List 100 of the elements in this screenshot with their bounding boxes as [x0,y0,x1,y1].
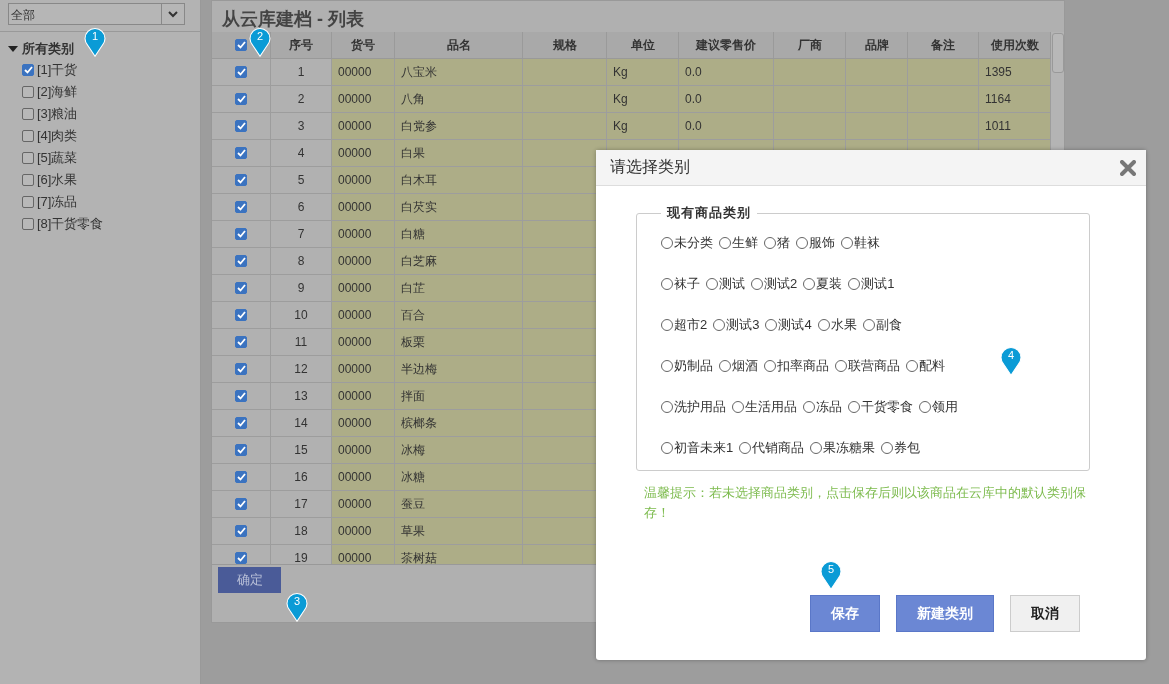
category-option[interactable]: 干货零食 [848,397,913,416]
category-option[interactable]: 水果 [817,315,857,334]
category-option[interactable]: 超市2 [661,315,708,334]
category-option[interactable]: 初音未来1 [661,438,734,457]
checkbox[interactable] [22,86,34,98]
table-cell [774,59,846,86]
table-cell: 00000 [332,464,395,491]
select-all-checkbox[interactable] [235,39,247,51]
table-cell: 八角 [395,86,523,113]
category-option[interactable]: 袜子 [661,274,700,293]
table-cell: 8 [271,248,332,275]
row-checkbox[interactable] [235,147,247,159]
row-checkbox[interactable] [235,417,247,429]
checkbox[interactable] [22,130,34,142]
category-option[interactable]: 领用 [919,397,958,416]
callout-marker: 4 [1000,346,1022,376]
scrollbar-thumb[interactable] [1052,33,1064,73]
table-cell: 00000 [332,329,395,356]
tree-root-label[interactable]: 所有类别 [22,40,74,58]
tree-item[interactable]: [6]水果 [37,171,78,189]
category-option[interactable]: 测试1 [848,274,895,293]
tree-item[interactable]: [8]干货零食 [37,215,104,233]
callout-marker: 2 [249,27,271,57]
row-checkbox[interactable] [235,255,247,267]
category-option[interactable]: 烟酒 [719,356,758,375]
category-option[interactable]: 配料 [906,356,945,375]
row-checkbox[interactable] [235,201,247,213]
row-checkbox[interactable] [235,525,247,537]
category-option[interactable]: 鞋袜 [841,233,880,252]
tree-item[interactable]: [4]肉类 [37,127,78,145]
category-option[interactable]: 生活用品 [732,397,797,416]
table-cell: 板栗 [395,329,523,356]
row-checkbox[interactable] [235,336,247,348]
row-checkbox[interactable] [235,471,247,483]
checkbox[interactable] [22,218,34,230]
table-cell: 7 [271,221,332,248]
expand-triangle-icon[interactable] [8,46,18,52]
checkbox[interactable] [22,64,34,76]
category-option[interactable]: 冻品 [803,397,842,416]
category-option[interactable]: 洗护用品 [661,397,726,416]
tree-item[interactable]: [2]海鲜 [37,83,78,101]
category-option[interactable]: 扣率商品 [764,356,829,375]
category-option[interactable]: 测试4 [765,315,812,334]
category-option[interactable]: 副食 [862,315,902,334]
category-option[interactable]: 联营商品 [835,356,900,375]
row-checkbox[interactable] [235,363,247,375]
table-cell: 百合 [395,302,523,329]
category-option[interactable]: 测试 [706,274,745,293]
confirm-button[interactable]: 确定 [218,567,281,593]
table-cell: 11 [271,329,332,356]
table-cell: 白木耳 [395,167,523,194]
callout-marker: 3 [286,592,308,622]
category-option[interactable]: 奶制品 [661,356,713,375]
category-option[interactable]: 券包 [881,438,921,457]
category-option[interactable]: 测试3 [713,315,760,334]
row-checkbox[interactable] [235,66,247,78]
tree-item[interactable]: [7]冻品 [37,193,78,211]
row-checkbox[interactable] [235,120,247,132]
row-checkbox[interactable] [235,552,247,564]
row-checkbox[interactable] [235,282,247,294]
row-checkbox[interactable] [235,93,247,105]
row-checkbox[interactable] [235,228,247,240]
tree-item[interactable]: [5]蔬菜 [37,149,78,167]
category-option[interactable]: 果冻糖果 [810,438,876,457]
table-cell: 白果 [395,140,523,167]
callout-marker: 5 [820,560,842,590]
tree-item[interactable]: [3]粮油 [37,105,78,123]
row-checkbox[interactable] [235,309,247,321]
close-icon[interactable] [1120,159,1136,176]
table-cell: 00000 [332,221,395,248]
category-option[interactable]: 夏装 [803,274,843,293]
table-cell: 00000 [332,410,395,437]
checkbox[interactable] [22,196,34,208]
filter-dropdown[interactable]: 全部 [8,3,185,25]
table-cell: 10 [271,302,332,329]
category-option[interactable]: 代销商品 [739,438,805,457]
table-cell: 2 [271,86,332,113]
column-header: 规格 [523,32,607,59]
tree-item[interactable]: [1]干货 [37,61,78,79]
table-cell: 00000 [332,437,395,464]
dialog-button[interactable]: 取消 [1010,595,1080,632]
table-cell: 15 [271,437,332,464]
checkbox[interactable] [22,108,34,120]
category-option[interactable]: 测试2 [751,274,798,293]
table-cell: 白芡实 [395,194,523,221]
category-option[interactable]: 未分类 [661,233,713,252]
column-header: 品牌 [846,32,908,59]
table-cell [846,59,908,86]
row-checkbox[interactable] [235,390,247,402]
row-checkbox[interactable] [235,444,247,456]
row-checkbox[interactable] [235,174,247,186]
table-cell: 14 [271,410,332,437]
checkbox[interactable] [22,174,34,186]
category-option[interactable]: 服饰 [796,233,835,252]
table-cell: 白党参 [395,113,523,140]
category-option[interactable]: 猪 [764,233,790,252]
row-checkbox[interactable] [235,498,247,510]
category-option[interactable]: 生鲜 [719,233,758,252]
checkbox[interactable] [22,152,34,164]
table-cell: 00000 [332,140,395,167]
